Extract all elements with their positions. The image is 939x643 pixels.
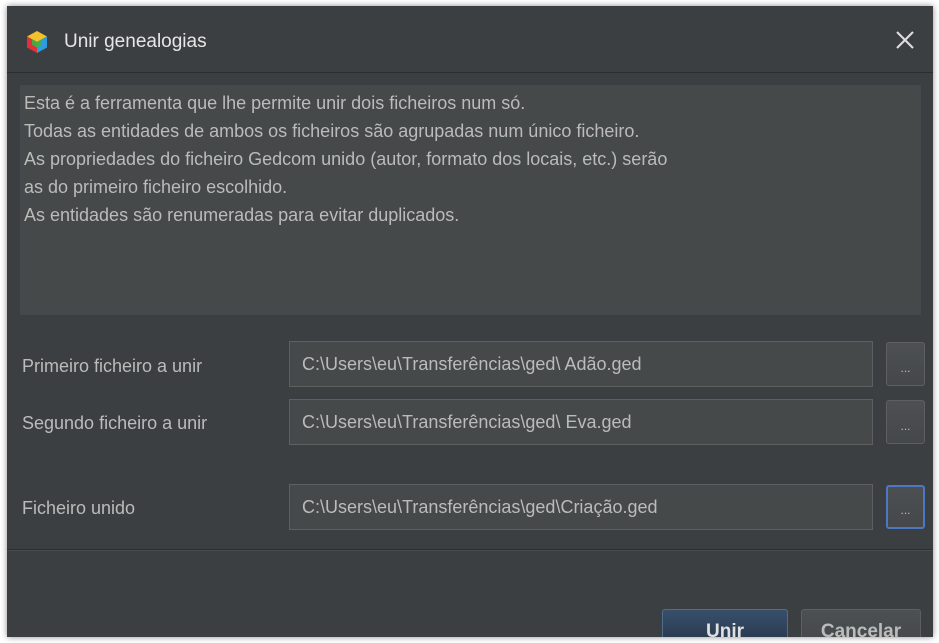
merge-dialog: Unir genealogias Esta é a ferramenta que…: [7, 6, 933, 637]
title-bar: Unir genealogias: [7, 6, 933, 73]
dialog-title: Unir genealogias: [64, 31, 207, 52]
merge-button[interactable]: Unir: [662, 609, 788, 637]
second-file-browse-button[interactable]: ...: [886, 400, 925, 444]
first-file-label: Primeiro ficheiro a unir: [22, 356, 203, 376]
description-line: Esta é a ferramenta que lhe permite unir…: [24, 93, 526, 113]
close-icon: [895, 30, 915, 55]
browse-label: ...: [900, 503, 911, 517]
first-file-field[interactable]: C:\Users\eu\Transferências\ged\ Adão.ged: [289, 341, 873, 387]
second-file-label: Segundo ficheiro a unir: [22, 413, 208, 433]
first-file-browse-button[interactable]: ...: [886, 342, 925, 386]
description-text-area: Esta é a ferramenta que lhe permite unir…: [20, 85, 921, 315]
second-file-field[interactable]: C:\Users\eu\Transferências\ged\ Eva.ged: [289, 399, 873, 445]
close-button[interactable]: [885, 22, 925, 62]
browse-label: ...: [900, 361, 911, 375]
divider: [7, 550, 933, 551]
merged-file-label: Ficheiro unido: [22, 498, 136, 518]
cancel-button[interactable]: Cancelar: [801, 609, 921, 637]
app-logo-icon: [25, 30, 49, 54]
merged-file-field[interactable]: C:\Users\eu\Transferências\ged\Criação.g…: [289, 484, 873, 530]
browse-label: ...: [900, 419, 911, 433]
merged-file-browse-button[interactable]: ...: [886, 485, 925, 529]
description-line: Todas as entidades de ambos os ficheiros…: [24, 121, 640, 141]
description-line: As propriedades do ficheiro Gedcom unido…: [24, 149, 668, 169]
description-line: As entidades são renumeradas para evitar…: [24, 205, 460, 225]
description-line: as do primeiro ficheiro escolhido.: [24, 177, 288, 197]
